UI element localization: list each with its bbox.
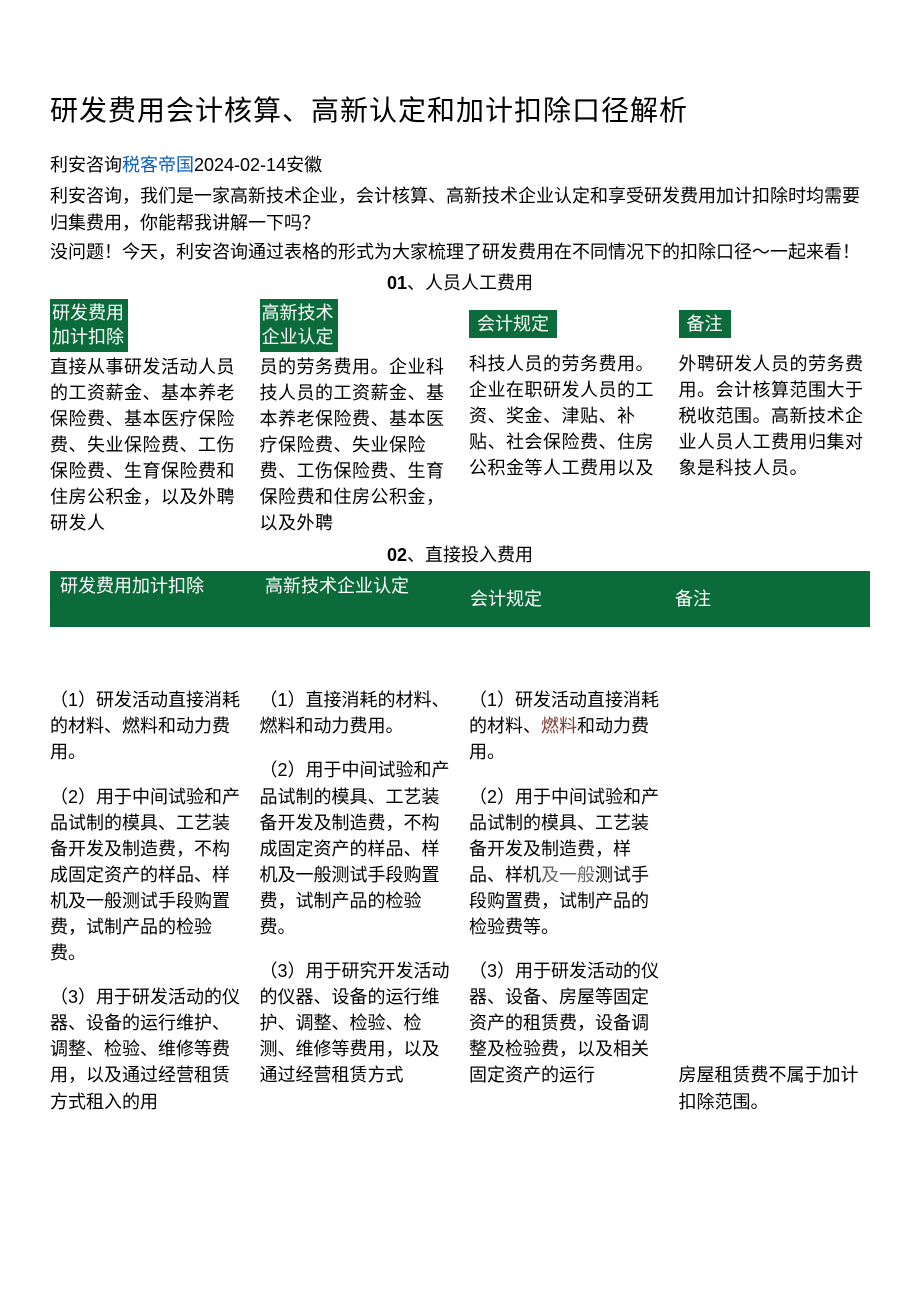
intro-p1: 利安咨询，我们是一家高新技术企业，会计核算、高新技术企业认定和享受研发费用加计扣… [50,183,870,237]
section-02-title: 、直接投入费用 [407,545,533,565]
table-01-col-3: 会计规定 科技人员的劳务费用。企业在职研发人员的工资、奖金、津贴、补贴、社会保险… [469,299,661,536]
table-02-header-row: 研发费用加计扣除 高新技术企业认定 会计规定 备注 [50,571,870,627]
table-02-col-2: （1）直接消耗的材料、燃料和动力费用。 （2）用于中间试验和产品试制的模具、工艺… [260,687,452,1132]
meta-link[interactable]: 税客帝国 [122,155,194,175]
table-02-c1-p1: （1）研发活动直接消耗的材料、燃料和动力费用。 [50,687,242,765]
table-02-c2-p3: （3）用于研究开发活动的仪器、设备的运行维护、调整、检验、检测、维修等费用，以及… [260,958,452,1088]
table-02-c1-p3: （3）用于研发活动的仪器、设备的运行维护、调整、检验、维修等费用，以及通过经营租… [50,984,242,1114]
table-01-cell-1: 直接从事研发活动人员的工资薪金、基本养老保险费、基本医疗保险费、失业保险费、工伤… [50,354,242,537]
table-01-header-3: 会计规定 [469,310,557,338]
table-02-col-1: （1）研发活动直接消耗的材料、燃料和动力费用。 （2）用于中间试验和产品试制的模… [50,687,242,1132]
meta-source: 利安咨询 [50,155,122,175]
table-02-col-3: （1）研发活动直接消耗的材料、燃料和动力费用。 （2）用于中间试验和产品试制的模… [469,687,661,1132]
table-02-c3-p3: （3）用于研发活动的仪器、设备、房屋等固定资产的租赁费，设备调整及检验费，以及相… [469,958,661,1088]
section-01-num: 01 [387,273,407,293]
table-02-col-4: 房屋租赁费不属于加计扣除范围。 [679,687,871,1132]
table-02-c4: 房屋租赁费不属于加计扣除范围。 [679,1062,871,1114]
table-02-c2-p1: （1）直接消耗的材料、燃料和动力费用。 [260,687,452,739]
section-01-title: 、人员人工费用 [407,273,533,293]
table-01-col-2: 高新技术 企业认定 员的劳务费用。企业科技人员的工资薪金、基本养老保险费、基本医… [260,299,452,536]
table-01-header-4: 备注 [679,310,731,338]
meta-date: 2024-02-14安徽 [194,155,322,175]
table-02-c2-p2: （2）用于中间试验和产品试制的模具、工艺装备开发及制造费，不构成固定资产的样品、… [260,757,452,940]
intro-p2: 没问题！今天，利安咨询通过表格的形式为大家梳理了研发费用在不同情况下的扣除口径～… [50,239,870,266]
table-01-cell-4: 外聘研发人员的劳务费用。会计核算范围大于税收范围。高新技术企业人员人工费用归集对… [679,351,871,481]
section-01-heading: 01、人员人工费用 [50,270,870,297]
table-02-header-3: 会计规定 [460,571,665,627]
table-02-header-1: 研发费用加计扣除 [50,571,255,627]
section-02-heading: 02、直接投入费用 [50,542,870,569]
table-01-header-1: 研发费用 加计扣除 [50,299,128,352]
table-02-c3-p1: （1）研发活动直接消耗的材料、燃料和动力费用。 [469,687,661,765]
table-02-c1-p2: （2）用于中间试验和产品试制的模具、工艺装备开发及制造费，不构成固定资产的样品、… [50,784,242,967]
table-01-header-2: 高新技术 企业认定 [260,299,338,352]
table-01-col-1: 研发费用 加计扣除 直接从事研发活动人员的工资薪金、基本养老保险费、基本医疗保险… [50,299,242,536]
table-02-header-4: 备注 [665,571,870,627]
table-01-cell-2: 员的劳务费用。企业科技人员的工资薪金、基本养老保险费、基本医疗保险费、失业保险费… [260,354,452,537]
meta-line: 利安咨询税客帝国2024-02-14安徽 [50,152,870,179]
section-02-num: 02 [387,545,407,565]
table-02-header-2: 高新技术企业认定 [255,571,460,627]
table-01: 研发费用 加计扣除 直接从事研发活动人员的工资薪金、基本养老保险费、基本医疗保险… [50,299,870,536]
intro-block: 利安咨询，我们是一家高新技术企业，会计核算、高新技术企业认定和享受研发费用加计扣… [50,183,870,266]
table-01-cell-3: 科技人员的劳务费用。企业在职研发人员的工资、奖金、津贴、补贴、社会保险费、住房公… [469,351,661,481]
page-title: 研发费用会计核算、高新认定和加计扣除口径解析 [50,90,870,132]
table-02-body: （1）研发活动直接消耗的材料、燃料和动力费用。 （2）用于中间试验和产品试制的模… [50,687,870,1132]
table-02-c3-p2: （2）用于中间试验和产品试制的模具、工艺装备开发及制造费，样品、样机及一般测试手… [469,784,661,941]
table-01-col-4: 备注 外聘研发人员的劳务费用。会计核算范围大于税收范围。高新技术企业人员人工费用… [679,299,871,536]
